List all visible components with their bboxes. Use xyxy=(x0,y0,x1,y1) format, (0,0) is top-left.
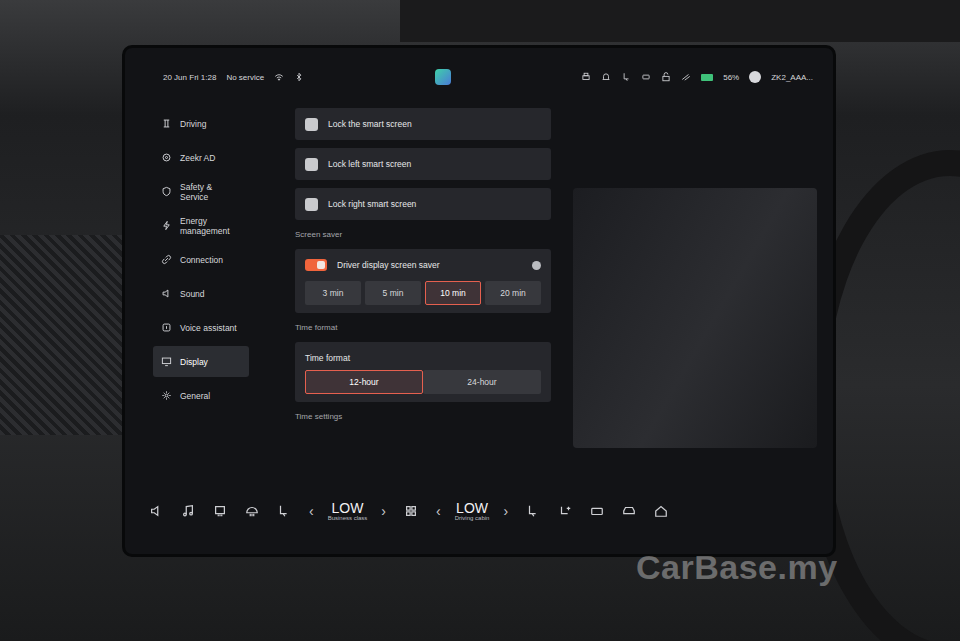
screen-saver-card: Driver display screen saver 3 min5 min10 … xyxy=(295,249,551,313)
volume-icon[interactable] xyxy=(149,504,163,518)
seat-massage-icon[interactable] xyxy=(558,504,572,518)
profile-name[interactable]: ZK2_AAA... xyxy=(771,73,813,82)
climate-control: ‹ LOWDriving cabin › xyxy=(436,501,508,522)
unlock-icon[interactable] xyxy=(661,72,671,82)
home-icon[interactable] xyxy=(654,504,668,518)
timeout-option[interactable]: 3 min xyxy=(305,281,361,305)
lock-label: Lock the smart screen xyxy=(328,119,412,129)
section-heading: Time settings xyxy=(295,410,551,423)
lock-checkbox[interactable] xyxy=(305,158,318,171)
battery-level: 56% xyxy=(723,73,739,82)
sidebar-item[interactable]: Zeekr AD xyxy=(153,142,249,173)
car-icon[interactable] xyxy=(622,504,636,518)
menu-item-icon xyxy=(161,152,172,163)
music-icon[interactable] xyxy=(181,504,195,518)
printer-icon[interactable] xyxy=(581,72,591,82)
lock-row[interactable]: Lock right smart screen xyxy=(295,188,551,220)
climate-bar: ‹LOWBusiness class›‹LOWDriving cabin› xyxy=(133,480,825,542)
wipers-icon[interactable] xyxy=(681,72,691,82)
bell-icon[interactable] xyxy=(601,72,611,82)
rear-defrost-icon[interactable] xyxy=(213,504,227,518)
date-time: 20 Jun Fri 1:28 xyxy=(163,73,216,82)
time-format-label: Time format xyxy=(305,350,541,366)
sidebar-label: Driving xyxy=(180,119,206,129)
tag-icon[interactable] xyxy=(641,72,651,82)
sidebar-item[interactable]: Connection xyxy=(153,244,249,275)
sidebar-label: Energy management xyxy=(180,216,241,236)
lock-row[interactable]: Lock the smart screen xyxy=(295,108,551,140)
climate-zone: Business class xyxy=(328,515,368,521)
seat-auto-icon[interactable] xyxy=(277,504,291,518)
time-format-options: 12-hour24-hour xyxy=(305,370,541,394)
infotainment-screen: 20 Jun Fri 1:28 No service 56% ZK2_AAA... Dr… xyxy=(122,45,836,557)
fan-grid-icon[interactable] xyxy=(404,504,418,518)
increase-button[interactable]: › xyxy=(381,503,386,519)
time-format-option[interactable]: 24-hour xyxy=(423,370,541,394)
profile-avatar-icon[interactable] xyxy=(749,71,761,83)
watermark: CarBase.my xyxy=(636,548,838,587)
timeout-option[interactable]: 10 min xyxy=(425,281,481,305)
lock-checkbox[interactable] xyxy=(305,198,318,211)
sidebar-label: Sound xyxy=(180,289,205,299)
vehicle-display-preview xyxy=(573,188,817,448)
sidebar-item[interactable]: Sound xyxy=(153,278,249,309)
sidebar: Driving Zeekr AD Safety & Service Energy ma… xyxy=(133,108,271,480)
climate-value: LOW xyxy=(456,501,488,516)
sidebar-label: General xyxy=(180,391,210,401)
battery-icon xyxy=(701,74,713,81)
sidebar-label: Connection xyxy=(180,255,223,265)
screen-saver-toggle[interactable] xyxy=(305,259,327,271)
timeout-option[interactable]: 5 min xyxy=(365,281,421,305)
sidebar-item[interactable]: Driving xyxy=(153,108,249,139)
display-settings: Lock the smart screen Lock left smart scr… xyxy=(271,108,551,480)
lock-label: Lock right smart screen xyxy=(328,199,416,209)
sidebar-item[interactable]: Display xyxy=(153,346,249,377)
decrease-button[interactable]: ‹ xyxy=(309,503,314,519)
sidebar-item[interactable]: Voice assistant xyxy=(153,312,249,343)
timeout-options: 3 min5 min10 min20 min xyxy=(305,281,541,305)
camera-360-icon[interactable] xyxy=(590,504,604,518)
sidebar-label: Safety & Service xyxy=(180,182,241,202)
increase-button[interactable]: › xyxy=(503,503,508,519)
sidebar-label: Zeekr AD xyxy=(180,153,215,163)
lock-checkbox[interactable] xyxy=(305,118,318,131)
sidebar-item[interactable]: Safety & Service xyxy=(153,176,249,207)
menu-item-icon xyxy=(161,356,172,367)
menu-item-icon xyxy=(161,186,172,197)
climate-value: LOW xyxy=(332,501,364,516)
menu-item-icon xyxy=(161,118,172,129)
menu-item-icon xyxy=(161,288,172,299)
menu-item-icon xyxy=(161,220,172,231)
menu-item-icon xyxy=(161,254,172,265)
bluetooth-icon xyxy=(294,72,304,82)
status-bar: 20 Jun Fri 1:28 No service 56% ZK2_AAA... xyxy=(133,62,825,92)
sidebar-item[interactable]: Energy management xyxy=(153,210,249,241)
front-defrost-icon[interactable] xyxy=(245,504,259,518)
info-icon[interactable] xyxy=(532,261,541,270)
sidebar-item[interactable]: General xyxy=(153,380,249,411)
signal-status: No service xyxy=(226,73,264,82)
settings-panel: Driving Zeekr AD Safety & Service Energy ma… xyxy=(133,92,825,480)
sidebar-label: Voice assistant xyxy=(180,323,237,333)
app-logo-icon[interactable] xyxy=(435,69,451,85)
screen-saver-label: Driver display screen saver xyxy=(337,260,522,270)
menu-item-icon xyxy=(161,322,172,333)
climate-control: ‹ LOWBusiness class › xyxy=(309,501,386,522)
wifi-icon xyxy=(274,72,284,82)
time-format-option[interactable]: 12-hour xyxy=(305,370,423,394)
climate-zone: Driving cabin xyxy=(455,515,490,521)
time-format-card: Time format 12-hour24-hour xyxy=(295,342,551,402)
sidebar-label: Display xyxy=(180,357,208,367)
menu-item-icon xyxy=(161,390,172,401)
timeout-option[interactable]: 20 min xyxy=(485,281,541,305)
lock-row[interactable]: Lock left smart screen xyxy=(295,148,551,180)
seat-icon[interactable] xyxy=(621,72,631,82)
lock-label: Lock left smart screen xyxy=(328,159,411,169)
section-heading: Time format xyxy=(295,321,551,334)
decrease-button[interactable]: ‹ xyxy=(436,503,441,519)
seat-heat-icon[interactable] xyxy=(526,504,540,518)
section-heading: Screen saver xyxy=(295,228,551,241)
